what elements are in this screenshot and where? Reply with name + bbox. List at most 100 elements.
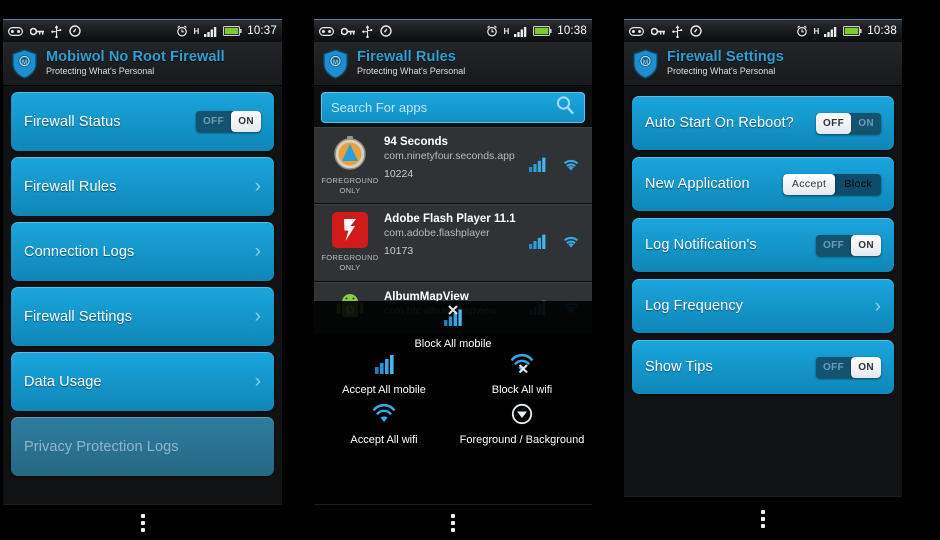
- phone-firewall-main: H 10:37 M Mobiwol No Root Firewall Prote…: [3, 19, 282, 540]
- overflow-kebab-icon[interactable]: [140, 513, 145, 532]
- app-info: Adobe Flash Player 11.1 com.adobe.flashp…: [380, 212, 529, 257]
- action-accept-all-mobile[interactable]: Accept All mobile: [314, 353, 454, 396]
- status-bar-time: 10:37: [247, 25, 277, 37]
- app-network-toggles: [529, 212, 583, 254]
- mobile-data-icon[interactable]: [529, 234, 547, 254]
- table-row[interactable]: FOREGROUND ONLY Adobe Flash Player 11.1 …: [314, 204, 592, 282]
- chevron-right-icon: ›: [254, 176, 261, 197]
- card-data-usage[interactable]: Data Usage ›: [11, 352, 274, 411]
- card-label: Firewall Settings: [24, 308, 133, 325]
- toggle-option-on[interactable]: ON: [851, 234, 881, 256]
- card-show-tips[interactable]: Show Tips OFF ON: [632, 340, 894, 394]
- page-subtitle: Protecting What's Personal: [46, 66, 155, 77]
- card-log-notifications[interactable]: Log Notification's OFF ON: [632, 218, 894, 272]
- status-bar: H 10:37: [3, 20, 282, 42]
- main-content: Firewall Status OFF ON Firewall Rules › …: [3, 86, 282, 504]
- status-bar-right-icons: H 10:38: [486, 25, 587, 37]
- page-subtitle: Protecting What's Personal: [667, 66, 776, 77]
- key-icon: [651, 27, 665, 35]
- battery-icon: [223, 26, 242, 36]
- card-firewall-status[interactable]: Firewall Status OFF ON: [11, 92, 274, 151]
- action-accept-all-wifi[interactable]: Accept All wifi: [314, 403, 454, 446]
- toggle-option-off[interactable]: OFF: [815, 234, 852, 256]
- search-input[interactable]: Search For apps: [331, 100, 427, 115]
- wifi-icon[interactable]: [561, 157, 581, 177]
- flash-app-icon: [332, 212, 368, 249]
- chevron-right-icon: ›: [254, 306, 261, 327]
- action-foreground-background[interactable]: Foreground / Background: [452, 403, 592, 446]
- app-info: 94 Seconds com.ninetyfour.seconds.app 10…: [380, 135, 529, 180]
- toggle-option-off[interactable]: OFF: [815, 356, 852, 378]
- card-connection-logs[interactable]: Connection Logs ›: [11, 222, 274, 281]
- search-icon[interactable]: [555, 95, 575, 120]
- action-block-all-mobile[interactable]: Block All mobile: [383, 305, 523, 350]
- app-name: Adobe Flash Player 11.1: [384, 213, 516, 226]
- toggle-option-accept[interactable]: Accept: [782, 173, 836, 195]
- menu-card-list: Firewall Status OFF ON Firewall Rules › …: [3, 86, 282, 476]
- main-content: Search For apps FOREGROUND ONLY 94 Secon…: [314, 86, 592, 504]
- bulk-action-overlay: Block All mobile Accept All mobile Block…: [314, 301, 592, 504]
- wifi-icon[interactable]: [561, 234, 581, 254]
- card-firewall-settings[interactable]: Firewall Settings ›: [11, 287, 274, 346]
- toggle-option-block[interactable]: Block: [835, 174, 881, 195]
- status-bar-left-icons: [8, 24, 81, 38]
- chevron-right-icon: ›: [254, 371, 261, 392]
- status-bar: H 10:38: [624, 20, 902, 42]
- card-label: Show Tips: [645, 359, 713, 375]
- voicemail-icon: [8, 26, 23, 36]
- toggle-option-off[interactable]: OFF: [815, 112, 852, 134]
- signal-bars-icon: [514, 26, 527, 37]
- chevron-right-icon: ›: [254, 241, 261, 262]
- toggle-option-on[interactable]: ON: [231, 111, 261, 132]
- card-new-application[interactable]: New Application Accept Block: [632, 157, 894, 211]
- usb-icon: [51, 24, 62, 38]
- alarm-icon: [177, 25, 188, 37]
- key-icon: [341, 27, 355, 35]
- firewall-status-toggle[interactable]: OFF ON: [195, 111, 261, 132]
- search-bar[interactable]: Search For apps: [321, 92, 585, 123]
- auto-start-toggle[interactable]: OFF ON: [815, 112, 881, 134]
- overflow-kebab-icon[interactable]: [451, 513, 455, 532]
- status-bar-right-icons: H 10:37: [176, 25, 277, 37]
- status-bar: H 10:38: [314, 20, 592, 42]
- card-log-frequency[interactable]: Log Frequency ›: [632, 279, 894, 333]
- alarm-icon: [487, 25, 498, 37]
- table-row[interactable]: FOREGROUND ONLY 94 Seconds com.ninetyfou…: [314, 127, 592, 205]
- card-label: Data Usage: [24, 373, 102, 390]
- overflow-kebab-icon[interactable]: [761, 509, 765, 528]
- usb-icon: [362, 24, 373, 38]
- log-notifications-toggle[interactable]: OFF ON: [815, 234, 881, 256]
- action-block-all-wifi[interactable]: Block All wifi: [452, 353, 592, 396]
- card-auto-start-on-reboot[interactable]: Auto Start On Reboot? OFF ON: [632, 96, 894, 150]
- action-label: Accept All wifi: [350, 434, 418, 446]
- action-label: Block All wifi: [491, 384, 553, 396]
- alarm-icon: [797, 25, 808, 37]
- toggle-option-on[interactable]: ON: [851, 356, 881, 378]
- signal-bars-icon: [824, 26, 837, 37]
- card-label: Log Frequency: [645, 298, 744, 314]
- action-label: Accept All mobile: [342, 384, 426, 396]
- app-header: M Firewall Settings Protecting What's Pe…: [624, 42, 902, 87]
- card-label: Firewall Rules: [24, 178, 117, 195]
- debug-icon: [69, 25, 81, 37]
- phone-firewall-rules: H 10:38 M Firewall Rules Protecting What…: [314, 19, 592, 540]
- action-label: Foreground / Background: [459, 434, 585, 446]
- app-mode-label: FOREGROUND ONLY: [321, 253, 379, 273]
- app-name: 94 Seconds: [384, 136, 448, 148]
- toggle-option-on[interactable]: ON: [851, 112, 881, 134]
- show-tips-toggle[interactable]: OFF ON: [815, 356, 881, 378]
- toggle-option-off[interactable]: OFF: [195, 111, 232, 132]
- usb-icon: [672, 24, 683, 38]
- shield-logo-icon: M: [632, 48, 659, 79]
- shield-logo-icon: M: [322, 48, 349, 79]
- status-bar-time: 10:38: [557, 25, 587, 37]
- main-content: Auto Start On Reboot? OFF ON New Applica…: [624, 86, 902, 496]
- app-icon-column: FOREGROUND ONLY: [320, 135, 380, 196]
- page-title: Firewall Settings: [667, 49, 784, 66]
- signal-accept-icon: [371, 353, 397, 380]
- network-type-label: H: [193, 26, 200, 36]
- page-title: Mobiwol No Root Firewall: [46, 49, 225, 66]
- card-firewall-rules[interactable]: Firewall Rules ›: [11, 157, 274, 216]
- mobile-data-icon[interactable]: [529, 157, 547, 177]
- new-application-toggle[interactable]: Accept Block: [782, 173, 881, 195]
